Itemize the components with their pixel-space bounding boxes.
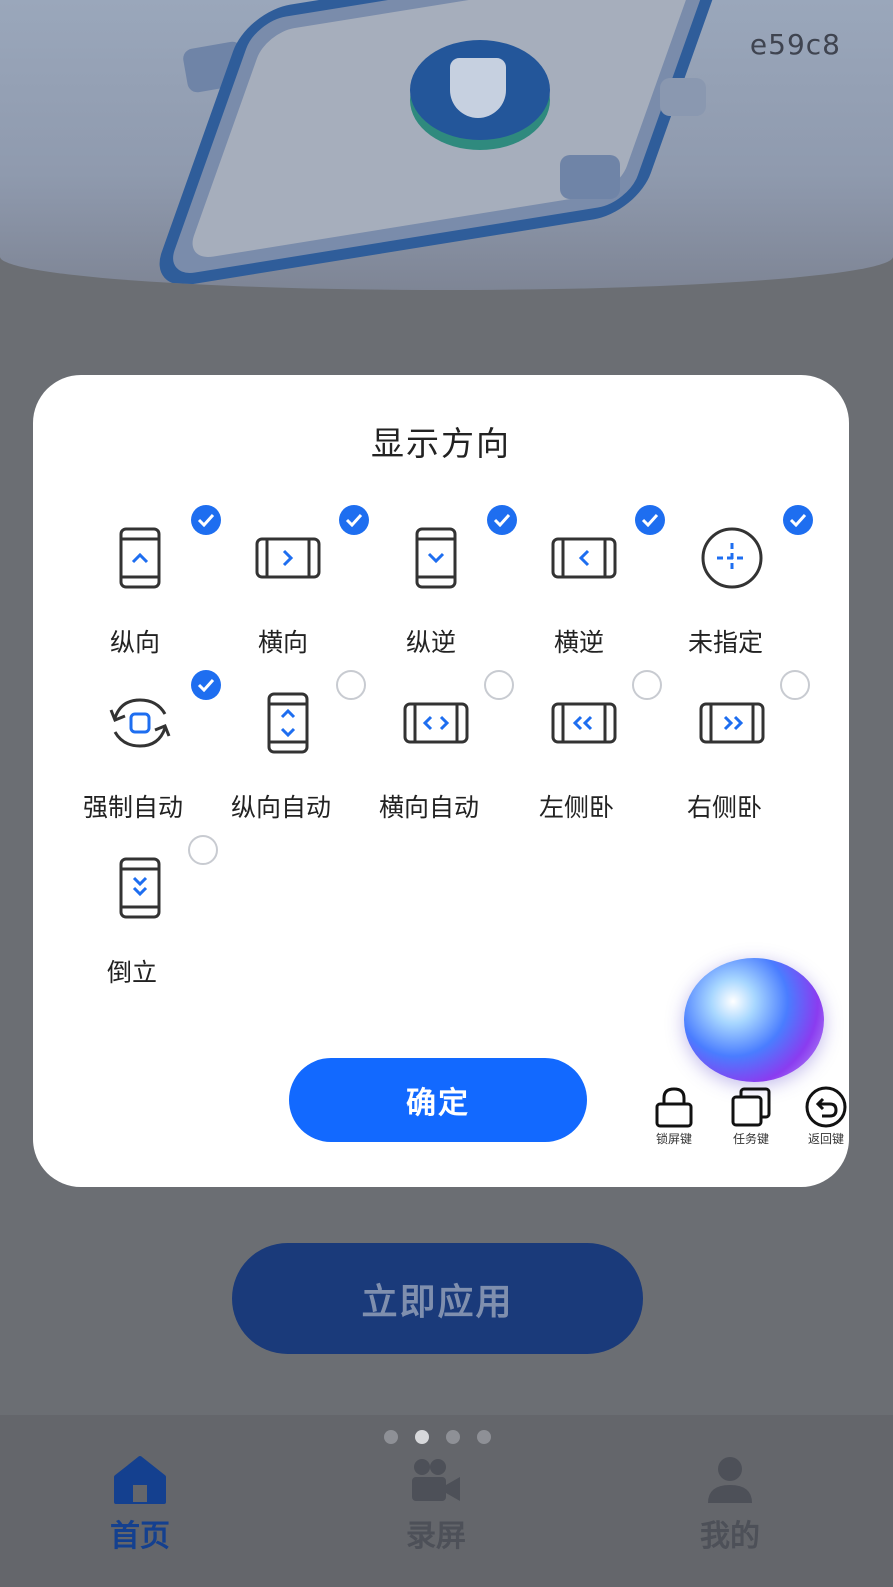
option-unspecified[interactable]: 未指定 bbox=[655, 505, 813, 657]
option-portrait-auto[interactable]: 纵向自动 bbox=[211, 670, 366, 822]
tab-label: 录屏 bbox=[406, 1519, 466, 1554]
upside-down-icon bbox=[119, 857, 161, 919]
checked-icon bbox=[783, 505, 813, 535]
option-portrait-reverse[interactable]: 纵逆 bbox=[359, 505, 517, 657]
landscape-right-icon bbox=[255, 537, 321, 579]
video-camera-icon bbox=[412, 1459, 460, 1501]
home-icon bbox=[114, 1456, 166, 1504]
lock-icon bbox=[655, 1087, 693, 1128]
option-label: 右侧卧 bbox=[687, 793, 763, 822]
page-dot[interactable] bbox=[446, 1430, 460, 1444]
portrait-up-icon bbox=[119, 527, 161, 589]
unchecked-radio bbox=[780, 670, 810, 700]
page-dot[interactable] bbox=[384, 1430, 398, 1444]
gear-chip-decoration bbox=[660, 78, 706, 116]
user-icon bbox=[708, 1457, 752, 1503]
confirm-button[interactable]: 确定 bbox=[289, 1058, 587, 1142]
task-key[interactable]: 任务键 bbox=[729, 1086, 773, 1147]
tab-mine[interactable]: 我的 bbox=[670, 1455, 790, 1555]
key-label: 任务键 bbox=[732, 1132, 769, 1146]
portrait-down-icon bbox=[415, 527, 457, 589]
option-portrait[interactable]: 纵向 bbox=[63, 505, 221, 657]
tasks-icon bbox=[731, 1087, 771, 1127]
app-chip-decoration bbox=[560, 155, 620, 199]
option-label: 倒立 bbox=[107, 958, 158, 987]
option-label: 未指定 bbox=[688, 628, 764, 657]
tab-record[interactable]: 录屏 bbox=[376, 1455, 496, 1555]
shield-icon bbox=[410, 40, 550, 140]
hero-code: e59c8 bbox=[749, 28, 841, 61]
page-dot[interactable] bbox=[477, 1430, 491, 1444]
back-icon bbox=[805, 1086, 847, 1128]
crosshair-icon bbox=[701, 527, 763, 589]
tab-label: 我的 bbox=[700, 1519, 760, 1554]
page-indicator bbox=[384, 1430, 491, 1444]
hero-banner: e59c8 bbox=[0, 0, 893, 290]
key-label: 返回键 bbox=[807, 1132, 844, 1146]
option-upside-down[interactable]: 倒立 bbox=[63, 835, 218, 987]
option-force-auto[interactable]: 强制自动 bbox=[63, 670, 221, 822]
back-key[interactable]: 返回键 bbox=[804, 1086, 848, 1147]
option-landscape-auto[interactable]: 横向自动 bbox=[359, 670, 514, 822]
option-landscape[interactable]: 横向 bbox=[211, 505, 369, 657]
option-lie-right[interactable]: 右侧卧 bbox=[655, 670, 810, 822]
landscape-left-icon bbox=[551, 537, 617, 579]
option-lie-left[interactable]: 左侧卧 bbox=[507, 670, 662, 822]
portrait-auto-icon bbox=[267, 692, 309, 754]
tab-label: 首页 bbox=[110, 1519, 170, 1554]
dialog-title: 显示方向 bbox=[371, 424, 511, 463]
tab-home[interactable]: 首页 bbox=[80, 1455, 200, 1555]
key-label: 锁屏键 bbox=[655, 1132, 692, 1146]
lie-right-icon bbox=[699, 702, 765, 744]
landscape-auto-icon bbox=[403, 702, 469, 744]
lock-screen-key[interactable]: 锁屏键 bbox=[652, 1086, 696, 1147]
rotate-auto-icon bbox=[109, 698, 171, 748]
lie-left-icon bbox=[551, 702, 617, 744]
page-dot-active[interactable] bbox=[415, 1430, 429, 1444]
phone-illustration bbox=[147, 0, 737, 290]
option-landscape-reverse[interactable]: 横逆 bbox=[507, 505, 665, 657]
floating-assistant-orb[interactable] bbox=[684, 958, 824, 1082]
apply-now-button[interactable]: 立即应用 bbox=[232, 1243, 643, 1354]
unchecked-radio bbox=[188, 835, 218, 865]
